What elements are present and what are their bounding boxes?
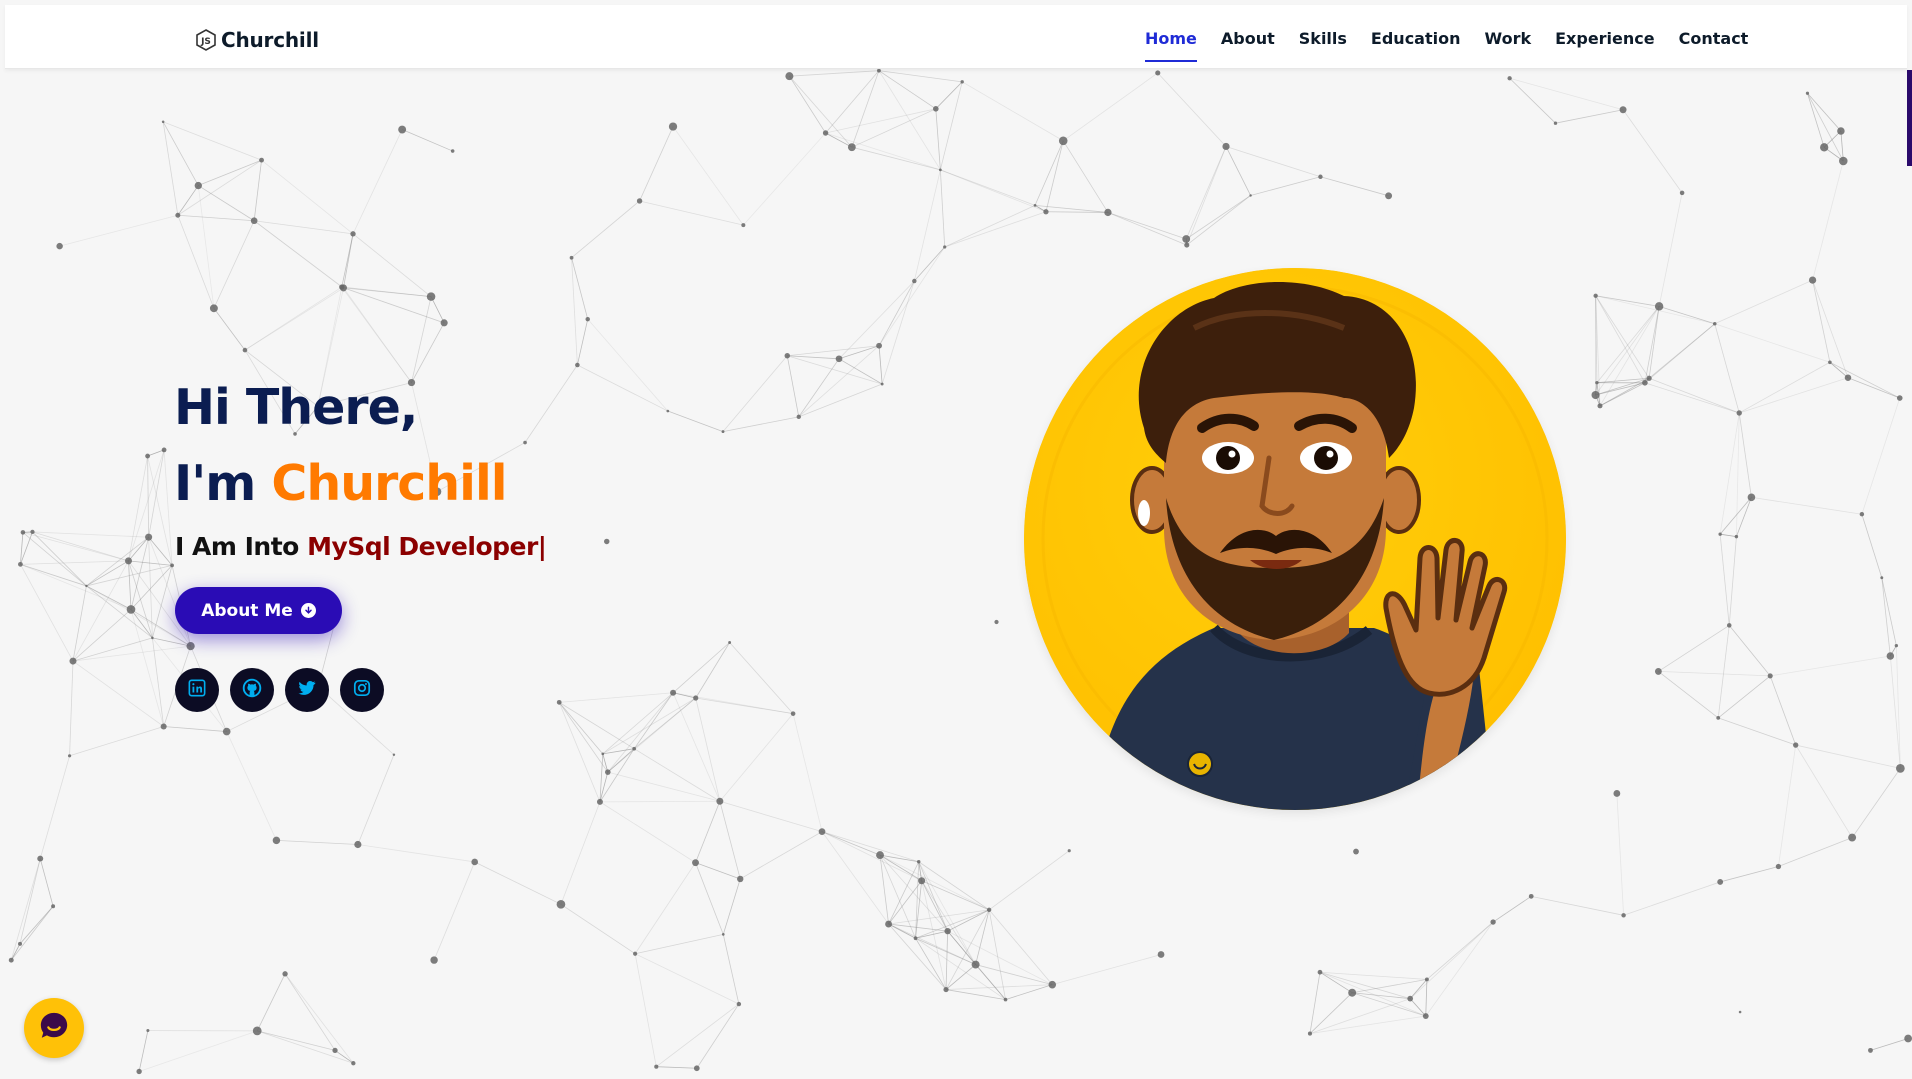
nav-contact[interactable]: Contact [1667, 25, 1761, 59]
hero-heading: Hi There, I'm Churchill [174, 370, 508, 522]
javascript-hexagon-icon: JS [195, 29, 217, 51]
typed-text: I Am Into MySql Developer| [175, 532, 547, 561]
brand-logo-link[interactable]: JS Churchill [195, 25, 319, 55]
instagram-icon [353, 679, 371, 701]
chat-widget-button[interactable] [24, 998, 84, 1058]
github-link[interactable] [230, 668, 274, 712]
avatar-illustration [1024, 268, 1566, 810]
navbar: JS Churchill Home About Skills Education… [5, 5, 1907, 69]
hero-intro-prefix: I'm [174, 455, 256, 512]
nav-work[interactable]: Work [1473, 25, 1544, 59]
nav-home[interactable]: Home [1133, 25, 1209, 62]
nav-skills[interactable]: Skills [1287, 25, 1359, 59]
svg-text:JS: JS [200, 37, 211, 47]
typed-role: MySql Developer| [307, 532, 547, 561]
instagram-link[interactable] [340, 668, 384, 712]
cartoon-avatar-image [1024, 268, 1566, 810]
twitter-icon [297, 678, 317, 702]
arrow-down-circle-icon [300, 603, 316, 618]
hero-greeting: Hi There, [174, 379, 418, 436]
social-links [175, 668, 384, 712]
hero-name: Churchill [271, 455, 507, 512]
typed-prefix: I Am Into [175, 532, 299, 561]
about-me-button[interactable]: About Me [175, 587, 342, 634]
chat-bubble-icon [38, 1010, 70, 1046]
nav-experience[interactable]: Experience [1543, 25, 1667, 59]
scrollbar-thumb[interactable] [1907, 70, 1912, 166]
nav-education[interactable]: Education [1359, 25, 1473, 59]
twitter-link[interactable] [285, 668, 329, 712]
network-lines [10, 70, 1909, 1072]
linkedin-link[interactable] [175, 668, 219, 712]
brand-name: Churchill [221, 28, 319, 52]
page: JS Churchill Home About Skills Education… [0, 0, 1912, 1079]
network-nodes [8, 68, 1912, 1075]
github-icon [242, 678, 262, 702]
about-me-label: About Me [201, 600, 293, 621]
main-nav: Home About Skills Education Work Experie… [1133, 25, 1761, 62]
linkedin-icon [188, 679, 206, 701]
nav-about[interactable]: About [1209, 25, 1287, 59]
